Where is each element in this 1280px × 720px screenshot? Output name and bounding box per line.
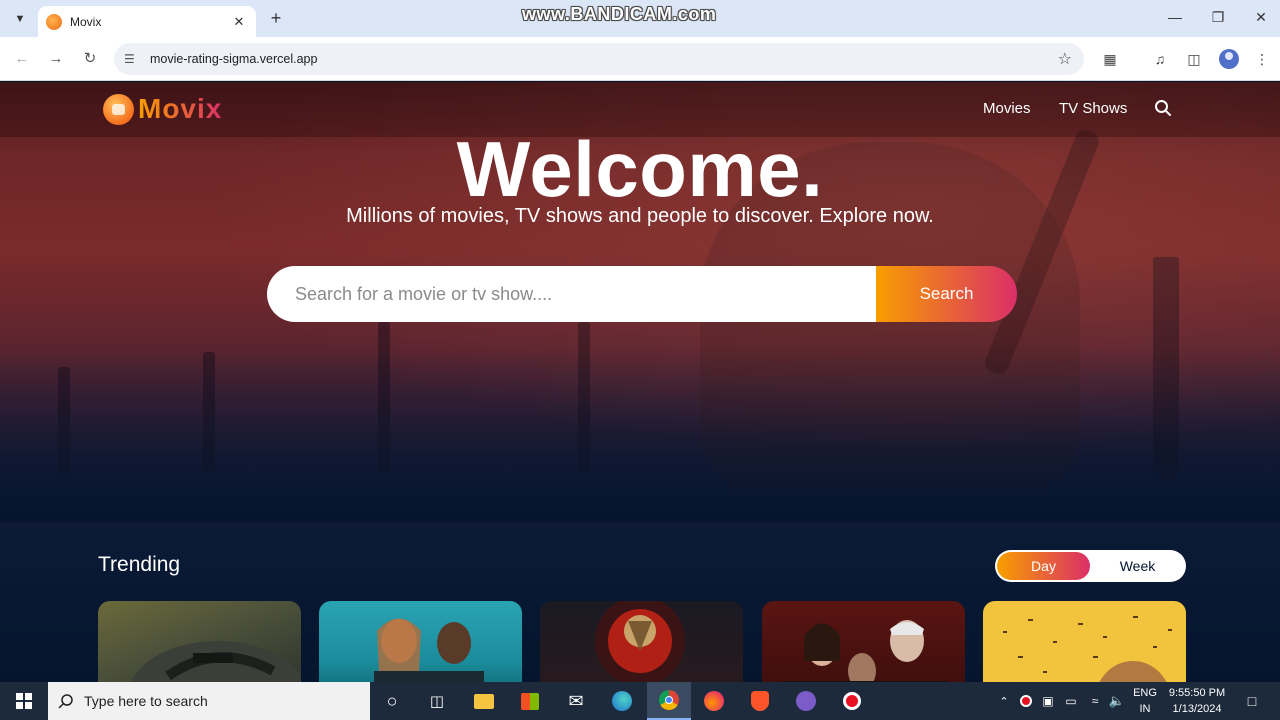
wifi-icon[interactable]: ≈ [1086, 682, 1104, 720]
magnifier-icon [58, 694, 73, 709]
brave-icon[interactable] [744, 682, 776, 720]
logo-film-icon [103, 93, 134, 125]
bandicam-record-icon[interactable] [836, 682, 868, 720]
taskbar-search-box[interactable]: Type here to search [48, 682, 370, 720]
app-icon[interactable] [790, 682, 822, 720]
back-button[interactable]: ← [12, 49, 32, 69]
nav-tv-shows-link[interactable]: TV Shows [1059, 100, 1127, 117]
notifications-icon[interactable]: □ [1240, 682, 1264, 720]
battery-icon[interactable]: ▭ [1063, 682, 1079, 720]
movix-page: Movix Movies TV Shows Welcome. Millions … [0, 82, 1280, 682]
trending-poster[interactable] [983, 601, 1186, 682]
media-controls-icon[interactable]: ♫ [1150, 49, 1170, 69]
browser-menu-icon[interactable]: ⋮ [1252, 49, 1272, 69]
search-button[interactable]: Search [876, 266, 1017, 322]
movix-logo[interactable]: Movix [103, 93, 222, 125]
taskbar-search-placeholder: Type here to search [84, 693, 208, 709]
trending-period-switch: Day Week [995, 550, 1186, 582]
minimize-button[interactable]: — [1165, 9, 1185, 25]
movie-search-input[interactable] [267, 266, 876, 322]
hero-title: Welcome. [456, 125, 824, 213]
action-duo-poster-art [374, 618, 484, 682]
tab-search-button[interactable]: ▼ [8, 8, 32, 30]
profile-avatar[interactable] [1219, 49, 1239, 69]
trending-poster[interactable] [540, 601, 743, 682]
reload-button[interactable]: ↻ [80, 49, 100, 69]
tab-favicon-icon [46, 13, 62, 30]
switch-day-tab[interactable]: Day [997, 552, 1090, 580]
flower-poster-art [595, 601, 685, 682]
search-icon[interactable] [1154, 99, 1172, 117]
new-tab-button[interactable]: + [266, 8, 286, 28]
close-window-button[interactable]: ✕ [1251, 9, 1271, 26]
clock-date: 1/13/2024 [1172, 703, 1222, 715]
airplane-poster-art [130, 641, 301, 682]
trending-poster[interactable] [319, 601, 522, 682]
recording-watermark: www.BANDICAM.com [522, 4, 717, 24]
address-bar[interactable]: ☰ movie-rating-sigma.vercel.app ☆ [114, 43, 1084, 75]
task-view-icon[interactable]: ◫ [421, 682, 453, 720]
language-indicator[interactable]: ENG [1130, 687, 1160, 699]
edge-icon[interactable] [606, 682, 638, 720]
cortana-icon[interactable]: ○ [376, 682, 408, 720]
switch-week-tab[interactable]: Week [1091, 552, 1184, 580]
chrome-icon[interactable] [647, 682, 691, 720]
crime-drama-poster-art [782, 620, 947, 682]
language-region: IN [1139, 703, 1151, 715]
bookmark-star-icon[interactable]: ☆ [1058, 49, 1072, 69]
trending-poster[interactable] [762, 601, 965, 682]
browser-titlebar: ▼ Movix ✕ + www.BANDICAM.com — ❐ ✕ [0, 0, 1280, 37]
nav-movies-link[interactable]: Movies [983, 100, 1031, 117]
mail-icon[interactable]: ✉ [560, 682, 592, 720]
file-explorer-icon[interactable] [468, 682, 500, 720]
side-panel-icon[interactable]: ◫ [1184, 49, 1204, 69]
volume-icon[interactable]: 🔈 [1108, 682, 1126, 720]
hero-subtitle: Millions of movies, TV shows and people … [346, 205, 934, 227]
windows-logo-icon [16, 693, 32, 709]
trending-title: Trending [98, 553, 181, 576]
tray-app-icon[interactable]: ▣ [1040, 682, 1056, 720]
extensions-icon[interactable]: ▦ [1100, 49, 1120, 69]
firefox-icon[interactable] [698, 682, 730, 720]
windows-taskbar: Type here to search ○ ◫ ✉ ⌃ ▣ ▭ ≈ 🔈 ENG … [0, 682, 1280, 720]
recording-tray-icon[interactable] [1018, 682, 1034, 720]
restore-button[interactable]: ❐ [1208, 9, 1228, 26]
browser-toolbar: ← → ↻ ☰ movie-rating-sigma.vercel.app ☆ … [0, 37, 1280, 81]
yellow-poster-art [1003, 616, 1172, 682]
show-hidden-icons-icon[interactable]: ⌃ [996, 682, 1012, 720]
hero-search-bar: Search [267, 266, 1017, 322]
tab-close-icon[interactable]: ✕ [230, 14, 248, 30]
site-info-icon[interactable]: ☰ [124, 52, 142, 66]
clock-time[interactable]: 9:55:50 PM [1164, 687, 1230, 699]
start-button[interactable] [0, 682, 48, 720]
forward-button[interactable]: → [46, 49, 66, 69]
trending-poster[interactable] [98, 601, 301, 682]
browser-tab[interactable]: Movix ✕ [38, 6, 256, 37]
logo-text: Movix [138, 93, 223, 124]
url-text: movie-rating-sigma.vercel.app [150, 52, 318, 66]
tab-title: Movix [70, 14, 102, 29]
microsoft-store-icon[interactable] [514, 682, 546, 720]
